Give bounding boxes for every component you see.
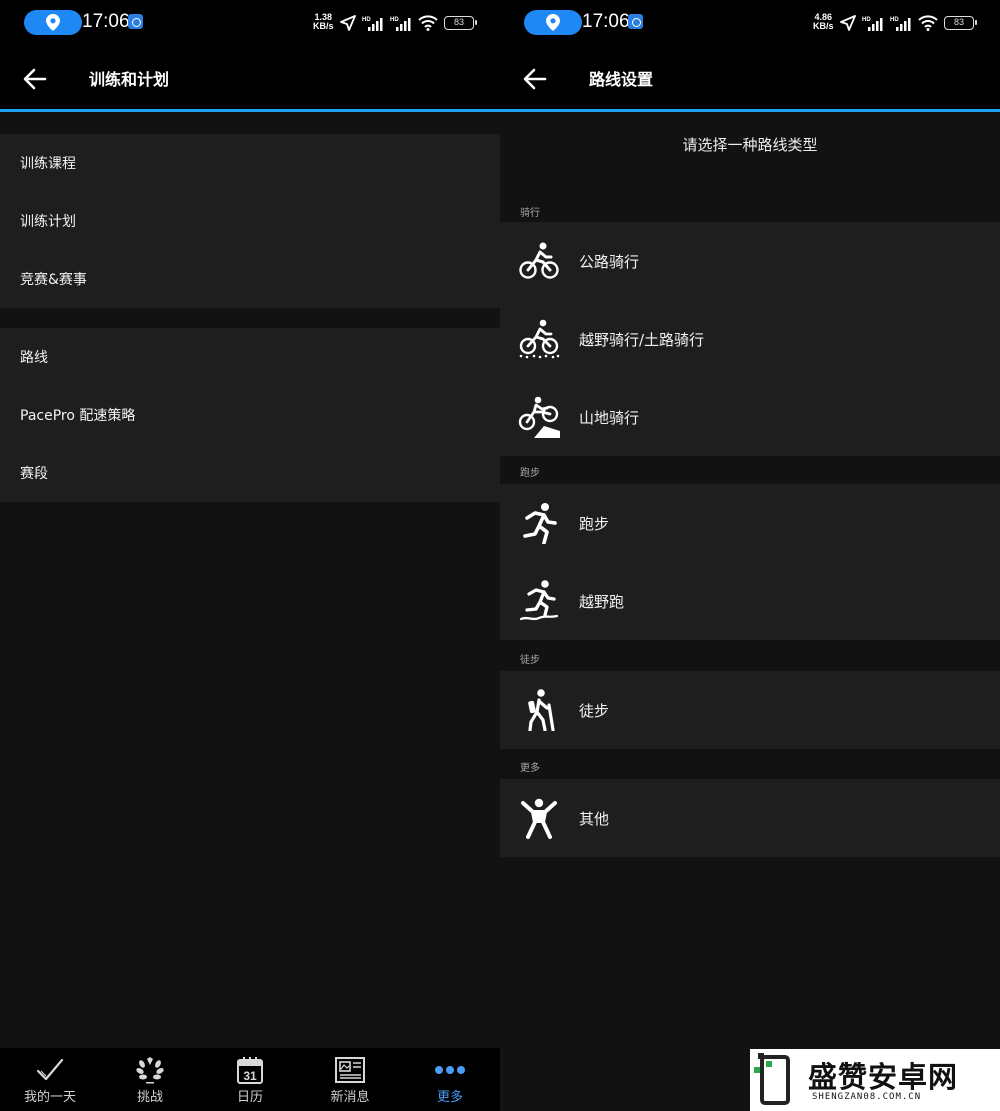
- svg-text:HD: HD: [362, 17, 371, 23]
- course-type-prompt: 请选择一种路线类型: [682, 136, 818, 154]
- route-label: 越野骑行/土路骑行: [579, 330, 705, 349]
- nav-newsfeed[interactable]: 新消息: [300, 1048, 400, 1111]
- calendar-day: 31: [243, 1069, 257, 1083]
- route-label: 其他: [579, 809, 610, 828]
- location-pin-icon: [46, 14, 60, 31]
- signal-hd-icon: HD: [862, 17, 883, 31]
- route-type-mountain-biking[interactable]: 山地骑行: [500, 378, 1000, 456]
- route-type-other[interactable]: 其他: [500, 779, 1000, 857]
- status-icons: HD HD 83: [340, 13, 477, 33]
- menu-item-courses[interactable]: 路线: [0, 328, 500, 386]
- nav-label: 新消息: [330, 1090, 370, 1105]
- route-type-hiking[interactable]: 徒步: [500, 671, 1000, 749]
- route-label: 公路骑行: [579, 252, 640, 271]
- nav-label: 日历: [236, 1090, 263, 1105]
- back-arrow-icon[interactable]: [20, 64, 50, 94]
- menu-item-segments[interactable]: 赛段: [0, 444, 500, 502]
- route-type-running[interactable]: 跑步: [500, 484, 1000, 562]
- cycling-group: 公路骑行 越野骑行/土路骑行 山地骑行: [500, 222, 1000, 456]
- route-type-road-cycling[interactable]: 公路骑行: [500, 222, 1000, 300]
- course-menu-group: 路线 PacePro 配速策略 赛段: [0, 328, 500, 502]
- svg-text:HD: HD: [390, 17, 399, 23]
- svg-text:HD: HD: [890, 17, 899, 23]
- signal-hd-icon: HD: [362, 17, 383, 31]
- running-icon: [523, 503, 557, 544]
- site-watermark: 盛赞安卓网 SHENGZAN08.COM.CN: [750, 1049, 1000, 1111]
- status-time: 17:06: [82, 11, 130, 32]
- training-menu-group: 训练课程 训练计划 竞赛&赛事: [0, 134, 500, 308]
- nav-label: 我的一天: [23, 1090, 76, 1105]
- app-bar: 训练和计划: [0, 46, 500, 112]
- nav-label: 挑战: [136, 1090, 163, 1105]
- other-activity-icon: [521, 798, 557, 839]
- running-group: 跑步 越野跑: [500, 484, 1000, 640]
- trail-run-icon: [519, 580, 559, 621]
- net-speed-unit: KB/s: [313, 21, 334, 31]
- signal-hd-icon: HD: [890, 17, 911, 31]
- route-label: 山地骑行: [579, 408, 640, 427]
- more-group: 其他: [500, 779, 1000, 857]
- route-label: 越野跑: [579, 592, 625, 611]
- navigation-arrow-icon: [840, 15, 856, 31]
- status-icons: HD HD 83: [840, 13, 977, 33]
- more-dots-icon: [435, 1066, 465, 1074]
- section-label-running: 跑步: [520, 468, 540, 479]
- route-type-gravel-cycling[interactable]: 越野骑行/土路骑行: [500, 300, 1000, 378]
- section-label-cycling: 骑行: [520, 208, 540, 219]
- notification-app-icon: [628, 14, 643, 29]
- bottom-navigation: 我的一天 挑战 31 日历 新消息 更多: [0, 1048, 500, 1111]
- location-indicator: [524, 10, 582, 35]
- battery-icon: 83: [944, 16, 977, 30]
- status-time: 17:06: [582, 11, 630, 32]
- location-indicator: [24, 10, 82, 35]
- menu-item-workouts[interactable]: 训练课程: [0, 134, 500, 192]
- watermark-title: 盛赞安卓网: [808, 1060, 959, 1094]
- net-speed-unit: KB/s: [813, 21, 834, 31]
- network-speed: 4.86 KB/s: [813, 13, 834, 31]
- wifi-icon: [918, 15, 938, 31]
- menu-item-pacepro[interactable]: PacePro 配速策略: [0, 386, 500, 444]
- notification-app-icon: [128, 14, 143, 29]
- signal-hd-icon: HD: [390, 17, 411, 31]
- laurel-icon: [136, 1057, 164, 1084]
- location-pin-icon: [546, 14, 560, 31]
- page-title: 路线设置: [589, 70, 654, 89]
- route-label: 徒步: [579, 701, 610, 720]
- calendar-icon: 31: [237, 1057, 263, 1084]
- wifi-icon: [418, 15, 438, 31]
- road-bike-icon: [519, 242, 559, 279]
- nav-label: 更多: [436, 1090, 463, 1105]
- nav-challenges[interactable]: 挑战: [100, 1048, 200, 1111]
- course-settings-screen: 17:06 4.86 KB/s HD HD 83 路线设置 请选择一种路线类型 …: [500, 0, 1000, 1111]
- page-title: 训练和计划: [89, 70, 170, 89]
- back-arrow-icon[interactable]: [520, 64, 550, 94]
- hiking-group: 徒步: [500, 671, 1000, 749]
- nav-my-day[interactable]: 我的一天: [0, 1048, 100, 1111]
- route-label: 跑步: [579, 514, 610, 533]
- menu-item-training-plans[interactable]: 训练计划: [0, 192, 500, 250]
- gravel-bike-icon: [519, 319, 560, 359]
- checkmark-icon: [36, 1058, 64, 1081]
- newsfeed-icon: [335, 1057, 365, 1083]
- nav-calendar[interactable]: 31 日历: [200, 1048, 300, 1111]
- network-speed: 1.38 KB/s: [313, 13, 334, 31]
- watermark-url: SHENGZAN08.COM.CN: [812, 1092, 922, 1102]
- svg-text:HD: HD: [862, 17, 871, 23]
- status-bar: 17:06 1.38 KB/s HD HD 83: [0, 0, 500, 46]
- menu-item-races-events[interactable]: 竞赛&赛事: [0, 250, 500, 308]
- nav-more[interactable]: 更多: [400, 1048, 500, 1111]
- section-label-hiking: 徒步: [520, 655, 540, 666]
- app-bar: 路线设置: [500, 46, 1000, 112]
- battery-icon: 83: [444, 16, 477, 30]
- route-type-trail-running[interactable]: 越野跑: [500, 562, 1000, 640]
- status-bar: 17:06 4.86 KB/s HD HD 83: [500, 0, 1000, 46]
- navigation-arrow-icon: [340, 15, 356, 31]
- hiking-icon: [528, 689, 555, 731]
- mountain-bike-icon: [518, 396, 560, 438]
- phone-logo-icon: [760, 1055, 790, 1105]
- training-plans-screen: 17:06 1.38 KB/s HD HD 83 训练和计划 训练课程 训练计划…: [0, 0, 500, 1111]
- section-label-more: 更多: [520, 763, 540, 774]
